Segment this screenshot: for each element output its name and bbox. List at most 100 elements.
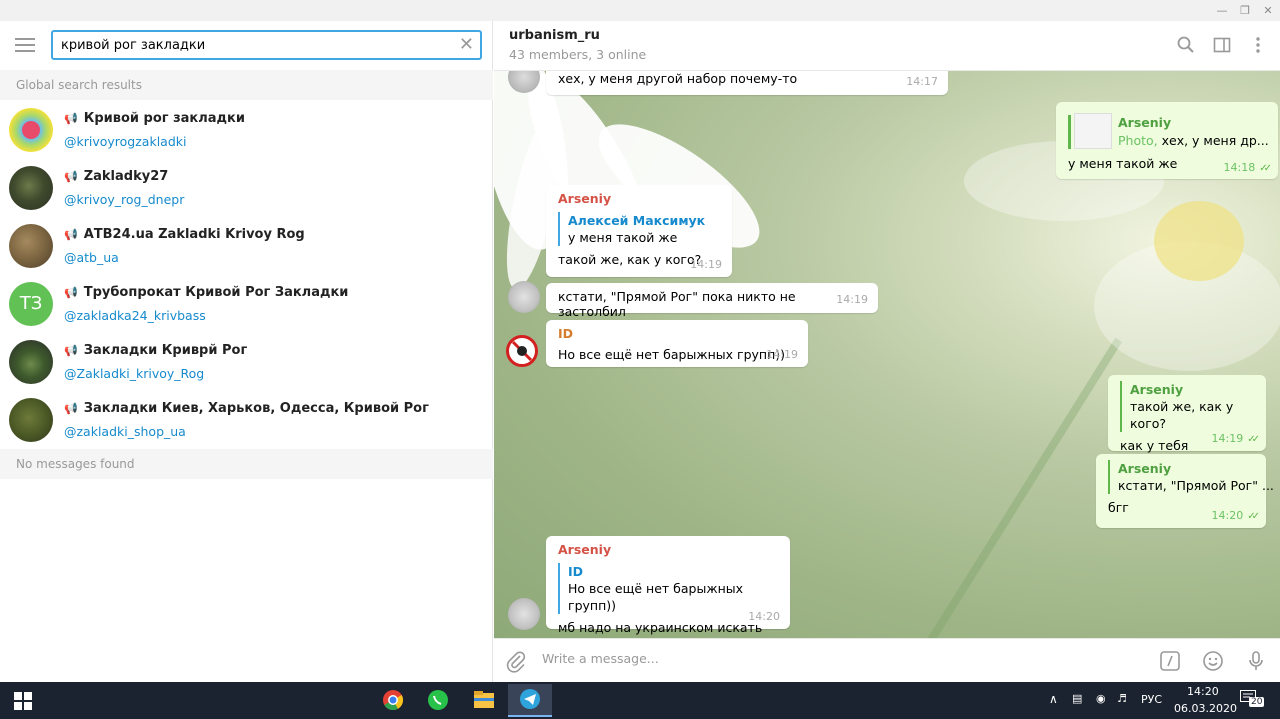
- reply-text: такой же, как у кого?: [1130, 399, 1234, 431]
- message-sender: ID: [558, 326, 574, 341]
- chat-member-count: 43 members, 3 online: [509, 47, 647, 62]
- clock-time[interactable]: 14:20: [1187, 685, 1219, 698]
- notification-count: 20: [1249, 697, 1265, 707]
- input-language[interactable]: РУС: [1141, 693, 1162, 706]
- reply-text: Но все ещё нет барыжных групп)): [568, 581, 744, 613]
- outgoing-message-bubble[interactable]: Arseniy Photo, хех, у меня др... у меня …: [1056, 102, 1278, 179]
- notifications-icon[interactable]: 20: [1240, 690, 1265, 710]
- message-composer: [494, 638, 1280, 682]
- message-bubble[interactable]: кстати, "Прямой Рог" пока никто не засто…: [546, 283, 878, 319]
- channel-avatar: [9, 398, 53, 442]
- search-result-item[interactable]: 📢 Zakladky27 @krivoy_rog_dnepr: [0, 159, 493, 217]
- initials-avatar: ТЗ: [9, 282, 53, 326]
- hamburger-menu-icon[interactable]: [15, 38, 35, 52]
- clear-search-icon[interactable]: ✕: [459, 35, 474, 55]
- channel-avatar: [9, 224, 53, 268]
- chat-header: urbanism_ru 43 members, 3 online: [494, 21, 1280, 71]
- result-username: @zakladki_shop_ua: [64, 424, 186, 439]
- message-bubble[interactable]: хех, у меня другой набор почему-то 14:17: [546, 71, 948, 95]
- reply-quote: Arseniy такой же, как у кого?: [1120, 381, 1254, 432]
- read-checkmarks-icon: ✓✓: [1247, 511, 1260, 522]
- emoji-icon[interactable]: [1201, 649, 1225, 673]
- channel-megaphone-icon: 📢: [64, 344, 78, 357]
- message-text: кстати, "Прямой Рог" пока никто не засто…: [558, 289, 796, 319]
- channel-megaphone-icon: 📢: [64, 402, 78, 415]
- message-time: 14:20: [1211, 509, 1244, 522]
- reply-text: хех, у меня др...: [1161, 133, 1269, 148]
- reply-text: кстати, "Прямой Рог" ...: [1118, 478, 1274, 493]
- search-input[interactable]: [53, 32, 443, 58]
- message-input[interactable]: [542, 651, 1102, 666]
- message-bubble[interactable]: ID Но все ещё нет барыжных групп)) 14:19: [546, 320, 808, 367]
- wifi-icon[interactable]: ◉: [1096, 692, 1106, 705]
- result-title: Закладки Киев, Харьков, Одесса, Кривой Р…: [83, 401, 429, 416]
- message-bubble[interactable]: Arseniy ID Но все ещё нет барыжных групп…: [546, 536, 790, 635]
- chat-messages-area[interactable]: хех, у меня другой набор почему-то 14:17…: [494, 71, 1280, 638]
- reply-photo-thumbnail: [1074, 113, 1112, 149]
- reply-media-label: Photo,: [1118, 133, 1158, 148]
- telegram-taskbar-icon[interactable]: [508, 684, 552, 717]
- message-time: 14:18: [1223, 161, 1256, 174]
- search-panel: ✕ Global search results 📢 Кривой рог закл…: [0, 21, 493, 682]
- result-title: Трубопрокат Кривой Рог Закладки: [83, 285, 349, 300]
- file-explorer-taskbar-icon[interactable]: [462, 684, 506, 717]
- reply-text: у меня такой же: [568, 230, 678, 245]
- channel-megaphone-icon: 📢: [64, 170, 78, 183]
- reply-bar: [1068, 115, 1071, 149]
- outgoing-message-bubble[interactable]: Arseniy такой же, как у кого? как у тебя…: [1108, 375, 1266, 453]
- search-field[interactable]: ✕: [51, 30, 482, 60]
- channel-avatar: [9, 166, 53, 210]
- whatsapp-taskbar-icon[interactable]: [416, 684, 460, 717]
- outgoing-message-bubble[interactable]: Arseniy кстати, "Прямой Рог" ... бгг 14:…: [1096, 454, 1274, 528]
- chat-title[interactable]: urbanism_ru: [509, 28, 600, 43]
- microphone-icon[interactable]: [1244, 649, 1268, 673]
- flower-stem: [913, 337, 1123, 638]
- global-results-header: Global search results: [0, 70, 493, 100]
- read-checkmarks-icon: ✓✓: [1259, 163, 1272, 174]
- more-options-icon[interactable]: [1248, 35, 1268, 55]
- reply-author: Arseniy: [1118, 461, 1172, 476]
- read-checkmarks-icon: ✓✓: [1247, 434, 1260, 445]
- search-result-item[interactable]: 📢 АТВ24.ua Zakladki Krivoy Rog @atb_ua: [0, 217, 493, 275]
- volume-icon[interactable]: ♬: [1117, 692, 1127, 705]
- message-time: 14:19: [766, 348, 798, 361]
- search-result-item[interactable]: 📢 Кривой рог закладки @krivoyrogzakladki: [0, 101, 493, 159]
- channel-megaphone-icon: 📢: [64, 112, 78, 125]
- search-icon[interactable]: [1176, 35, 1196, 55]
- restore-button[interactable]: ❐: [1233, 0, 1257, 21]
- message-text: мб надо на украинском искать: [558, 620, 763, 635]
- tray-chevron-icon[interactable]: ∧: [1049, 692, 1058, 706]
- reply-quote: Arseniy кстати, "Прямой Рог" ...: [1108, 460, 1274, 494]
- search-result-item[interactable]: ТЗ 📢 Трубопрокат Кривой Рог Закладки @zak…: [0, 275, 493, 333]
- close-window-button[interactable]: ✕: [1256, 0, 1280, 21]
- search-result-item[interactable]: 📢 Закладки Кривpй Рог @Zakladki_krivoy_Ro…: [0, 333, 493, 391]
- user-avatar[interactable]: [508, 598, 540, 630]
- reply-quote: Алексей Максимук у меня такой же: [558, 212, 720, 246]
- result-username: @atb_ua: [64, 250, 119, 265]
- window-titlebar: — ❐ ✕: [0, 0, 1280, 21]
- message-sender: Arseniy: [558, 191, 612, 206]
- clock-date[interactable]: 06.03.2020: [1174, 702, 1237, 715]
- sidebar-toggle-icon[interactable]: [1212, 35, 1232, 55]
- message-text: у меня такой же: [1068, 156, 1178, 171]
- message-time: 14:19: [690, 258, 722, 271]
- channel-avatar: [9, 340, 53, 384]
- bot-commands-icon[interactable]: [1158, 649, 1182, 673]
- windows-start-icon[interactable]: [14, 692, 32, 714]
- reply-author: Arseniy: [1130, 382, 1184, 397]
- user-avatar[interactable]: [506, 335, 538, 367]
- channel-megaphone-icon: 📢: [64, 286, 78, 299]
- message-time: 14:17: [906, 75, 938, 88]
- message-time: 14:19: [836, 293, 868, 306]
- no-messages-header: No messages found: [0, 449, 493, 479]
- minimize-button[interactable]: —: [1210, 0, 1234, 21]
- message-bubble[interactable]: Arseniy Алексей Максимук у меня такой же…: [546, 185, 732, 277]
- battery-icon[interactable]: ▤: [1072, 692, 1082, 705]
- chrome-taskbar-icon[interactable]: [371, 684, 415, 717]
- result-title: Zakladky27: [83, 169, 169, 184]
- attach-paperclip-icon[interactable]: [504, 649, 528, 673]
- message-time: 14:20: [748, 610, 780, 623]
- search-result-item[interactable]: 📢 Закладки Киев, Харьков, Одесса, Кривой …: [0, 391, 493, 449]
- user-avatar[interactable]: [508, 281, 540, 313]
- channel-avatar: [9, 108, 53, 152]
